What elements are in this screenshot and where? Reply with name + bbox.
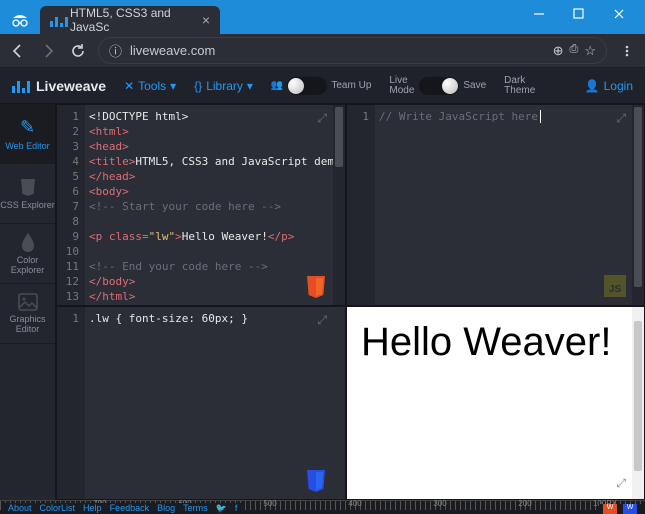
expand-icon[interactable]: ⤢ <box>317 111 327 126</box>
info-icon[interactable]: ⓘ <box>109 41 122 60</box>
address-bar[interactable]: ⓘ liveweave.com ⊕ ⎙ ☆ <box>98 37 607 64</box>
star-icon[interactable]: ☆ <box>584 43 596 59</box>
menu-button[interactable] <box>617 41 637 61</box>
css-icon <box>18 177 38 197</box>
browser-tab[interactable]: HTML5, CSS3 and JavaSc × <box>40 6 220 34</box>
url-text: liveweave.com <box>130 43 545 58</box>
sidebar-item-color-explorer[interactable]: Color Explorer <box>0 224 55 284</box>
editor-panes: 12345678910111213 <!DOCTYPE html> <html>… <box>56 104 645 500</box>
back-button[interactable] <box>8 41 28 61</box>
tab-favicon-icon <box>50 13 64 27</box>
team-up-toggle[interactable]: 👥 Team Up <box>271 77 371 95</box>
html5-badge-icon <box>305 275 327 299</box>
chevron-down-icon: ▾ <box>170 79 176 93</box>
pencil-icon: ✎ <box>20 117 35 138</box>
footer-link[interactable]: Terms <box>183 503 208 514</box>
html-code[interactable]: <!DOCTYPE html> <html> <head> <title>HTM… <box>85 105 333 305</box>
user-icon: 👤 <box>585 79 600 93</box>
preview-content: Hello Weaver! <box>347 307 625 499</box>
main: ✎ Web Editor CSS Explorer Color Explorer… <box>0 104 645 500</box>
reload-button[interactable] <box>68 41 88 61</box>
translate-icon[interactable]: ⎙ <box>570 43 579 59</box>
footer: 700 600 500 400 300 200 100PX About Colo… <box>0 500 645 514</box>
close-button[interactable] <box>603 4 635 24</box>
chevron-down-icon: ▾ <box>247 79 253 93</box>
maximize-button[interactable] <box>563 4 595 24</box>
scrollbar[interactable] <box>632 105 644 305</box>
css-pane[interactable]: 1 .lw { font-size: 60px; } ⤢ <box>56 306 346 500</box>
facebook-icon[interactable]: f <box>235 503 238 514</box>
close-icon[interactable]: × <box>202 12 210 28</box>
live-mode-toggle[interactable]: Live Mode Save <box>389 76 486 96</box>
svg-text:JS: JS <box>609 284 622 295</box>
logo-text: Liveweave <box>36 78 106 94</box>
login-button[interactable]: 👤 Login <box>585 79 633 93</box>
scrollbar[interactable] <box>632 307 644 499</box>
incognito-icon <box>6 6 34 34</box>
line-gutter: 1 <box>347 105 375 305</box>
footer-link[interactable]: Blog <box>157 503 175 514</box>
people-icon: 👥 <box>271 80 283 91</box>
footer-link[interactable]: About <box>8 503 32 514</box>
image-icon <box>18 293 38 311</box>
twitter-icon[interactable]: 🐦 <box>216 503 227 514</box>
droplet-icon <box>20 232 36 252</box>
logo[interactable]: Liveweave <box>12 78 106 94</box>
preview-pane: Hello Weaver! ⤢ <box>346 306 645 500</box>
footer-link[interactable]: ColorList <box>40 503 76 514</box>
js-badge-icon: JS <box>604 275 626 299</box>
zoom-icon[interactable]: ⊕ <box>553 43 564 59</box>
tab-title: HTML5, CSS3 and JavaSc <box>70 6 202 34</box>
browser-toolbar: ⓘ liveweave.com ⊕ ⎙ ☆ <box>0 34 645 68</box>
validator-icon[interactable]: W <box>603 504 617 514</box>
html-pane[interactable]: 12345678910111213 <!DOCTYPE html> <html>… <box>56 104 346 306</box>
validator-icon[interactable]: W <box>623 504 637 514</box>
scrollbar[interactable] <box>333 105 345 305</box>
browser-titlebar: HTML5, CSS3 and JavaSc × <box>0 0 645 34</box>
app-toolbar: Liveweave ✕ Tools ▾ {} Library ▾ 👥 Team … <box>0 68 645 104</box>
css3-badge-icon <box>305 469 327 493</box>
expand-icon[interactable]: ⤢ <box>317 313 327 328</box>
js-pane[interactable]: 1 // Write JavaScript here ⤢ JS <box>346 104 645 306</box>
sidebar-item-css-explorer[interactable]: CSS Explorer <box>0 164 55 224</box>
footer-link[interactable]: Help <box>83 503 102 514</box>
line-gutter: 1 <box>57 307 85 499</box>
footer-links: About ColorList Help Feedback Blog Terms… <box>4 503 241 514</box>
library-menu[interactable]: {} Library ▾ <box>194 79 253 93</box>
js-code[interactable]: // Write JavaScript here <box>375 105 632 305</box>
dark-theme-toggle[interactable]: Dark Theme <box>504 76 536 96</box>
expand-icon[interactable]: ⤢ <box>616 476 626 491</box>
sidebar: ✎ Web Editor CSS Explorer Color Explorer… <box>0 104 56 500</box>
footer-validators: W W <box>599 504 641 514</box>
tools-menu[interactable]: ✕ Tools ▾ <box>124 79 176 93</box>
sidebar-item-web-editor[interactable]: ✎ Web Editor <box>0 104 55 164</box>
sidebar-item-graphics-editor[interactable]: Graphics Editor <box>0 284 55 344</box>
minimize-button[interactable] <box>523 4 555 24</box>
line-gutter: 12345678910111213 <box>57 105 85 305</box>
forward-button[interactable] <box>38 41 58 61</box>
window-controls <box>523 0 645 24</box>
wrench-icon: ✕ <box>124 79 134 93</box>
expand-icon[interactable]: ⤢ <box>616 111 626 126</box>
logo-icon <box>12 79 30 93</box>
footer-link[interactable]: Feedback <box>110 503 150 514</box>
braces-icon: {} <box>194 79 202 93</box>
